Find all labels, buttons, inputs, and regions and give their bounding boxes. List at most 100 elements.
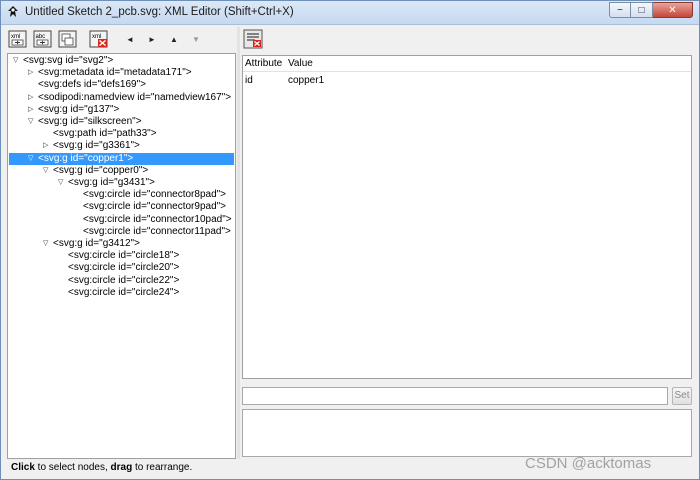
collapse-triangle-icon[interactable]: ▽ xyxy=(28,153,36,165)
tree-node[interactable]: ▽ <svg:g id="silkscreen"> xyxy=(9,116,234,128)
inkscape-app-icon xyxy=(8,6,18,17)
tree-node[interactable]: <svg:path id="path33"> xyxy=(9,128,234,140)
tree-node[interactable]: ▽ <svg:g id="copper1"> xyxy=(9,152,234,165)
delete-attribute-icon xyxy=(243,29,263,49)
raise-node-arrow-icon: ▲ xyxy=(170,34,178,44)
tree-node-label: <svg:circle id="circle18"> xyxy=(68,250,180,262)
status-end: to rearrange. xyxy=(132,462,193,473)
new-text-node-button[interactable]: abc xyxy=(32,28,54,50)
tree-node-label: <svg:metadata id="metadata171"> xyxy=(38,67,192,79)
duplicate-node-icon xyxy=(58,30,77,48)
pane-splitter[interactable] xyxy=(237,27,240,459)
tree-node[interactable]: <svg:circle id="connector9pad"> xyxy=(9,201,234,213)
attribute-panel: Attribute Value id copper1 xyxy=(242,55,692,379)
attribute-value-textarea[interactable] xyxy=(242,409,692,457)
expand-triangle-icon[interactable]: ▷ xyxy=(28,104,36,116)
duplicate-node-button[interactable] xyxy=(57,28,79,50)
tree-node[interactable]: <svg:circle id="connector10pad"> xyxy=(9,214,234,226)
tree-node-label: <sodipodi:namedview id="namedview167"> xyxy=(38,91,232,103)
delete-attribute-button[interactable] xyxy=(242,28,264,50)
tree-node-label: <svg:g id="g137"> xyxy=(38,103,120,115)
attribute-column-header[interactable]: Attribute xyxy=(245,58,282,69)
expand-triangle-icon[interactable]: ▷ xyxy=(28,92,36,104)
new-element-node-icon: xml xyxy=(8,30,27,48)
window-title: Untitled Sketch 2_pcb.svg: XML Editor (S… xyxy=(25,6,294,18)
tree-node[interactable]: <svg:defs id="defs169"> xyxy=(9,79,234,91)
indent-arrow-icon: ► xyxy=(148,34,156,44)
status-drag-word: drag xyxy=(110,462,133,473)
tree-node-label: <svg:svg id="svg2"> xyxy=(23,55,114,66)
minimize-button[interactable]: − xyxy=(609,2,631,18)
tree-node[interactable]: ▷ <svg:metadata id="metadata171"> xyxy=(9,67,234,79)
xml-editor-window: Untitled Sketch 2_pcb.svg: XML Editor (S… xyxy=(0,0,700,480)
status-click-word: Click xyxy=(11,462,35,473)
tree-node[interactable]: ▷ <svg:g id="g3361"> xyxy=(9,140,234,152)
tree-node-label: <svg:circle id="circle20"> xyxy=(68,262,180,274)
tree-node[interactable]: ▽ <svg:svg id="svg2"> xyxy=(9,55,234,67)
tree-node[interactable]: <svg:circle id="circle22"> xyxy=(9,275,234,287)
tree-node[interactable]: <svg:circle id="circle18"> xyxy=(9,250,234,262)
tree-node-label: <svg:g id="silkscreen"> xyxy=(38,116,142,127)
tree-node-label: <svg:g id="g3412"> xyxy=(53,238,140,249)
collapse-triangle-icon[interactable]: ▽ xyxy=(28,116,36,128)
maximize-button[interactable]: □ xyxy=(631,2,653,18)
attribute-row[interactable]: id copper1 xyxy=(243,74,691,88)
tree-node-label: <svg:g id="g3361"> xyxy=(53,140,140,152)
tree-node-label: <svg:defs id="defs169"> xyxy=(38,79,147,91)
svg-text:xml: xml xyxy=(11,34,20,40)
new-text-node-icon: abc xyxy=(33,30,52,48)
watermark-text: CSDN @acktomas xyxy=(525,455,652,472)
collapse-triangle-icon[interactable]: ▽ xyxy=(43,238,51,250)
tree-node[interactable]: ▽ <svg:g id="g3412"> xyxy=(9,238,234,250)
lower-node-arrow-icon: ▼ xyxy=(192,34,200,44)
tree-node[interactable]: <svg:circle id="connector11pad"> xyxy=(9,226,234,238)
attribute-name-input[interactable] xyxy=(242,387,668,405)
tree-node-label: <svg:circle id="circle24"> xyxy=(68,286,180,298)
tree-node[interactable]: <svg:circle id="connector8pad"> xyxy=(9,189,234,201)
attribute-name: id xyxy=(245,75,253,86)
set-button[interactable]: Set xyxy=(672,387,692,405)
tree-node-label: <svg:path id="path33"> xyxy=(53,128,157,140)
close-button[interactable]: ✕ xyxy=(653,2,693,18)
tree-node[interactable]: ▷ <svg:g id="g137"> xyxy=(9,104,234,116)
delete-node-button[interactable]: xml xyxy=(88,28,110,50)
value-column-header[interactable]: Value xyxy=(288,58,313,69)
tree-node-label: <svg:circle id="circle22"> xyxy=(68,274,180,286)
status-middle: to select nodes, xyxy=(34,462,111,473)
attribute-toolbar xyxy=(242,27,267,51)
delete-node-icon: xml xyxy=(89,30,108,48)
raise-node-button[interactable]: ▲ xyxy=(163,28,185,50)
maximize-icon: □ xyxy=(638,4,645,16)
new-element-node-button[interactable]: xml xyxy=(7,28,29,50)
caption-buttons: − □ ✕ xyxy=(609,2,693,20)
tree-node-label: <svg:circle id="connector11pad"> xyxy=(83,225,231,237)
svg-text:abc: abc xyxy=(36,34,46,40)
indent-node-button[interactable]: ► xyxy=(141,28,163,50)
close-icon: ✕ xyxy=(668,4,677,16)
minimize-icon: − xyxy=(617,4,623,16)
tree-node-label: <svg:g id="g3431"> xyxy=(68,177,155,188)
tree-node[interactable]: <svg:circle id="circle20"> xyxy=(9,262,234,274)
tree-node[interactable]: ▽ <svg:g id="g3431"> xyxy=(9,177,234,189)
lower-node-button[interactable]: ▼ xyxy=(185,28,207,50)
tree-node-label: <svg:circle id="connector10pad"> xyxy=(83,213,232,225)
expand-triangle-icon[interactable]: ▷ xyxy=(43,140,51,152)
collapse-triangle-icon[interactable]: ▽ xyxy=(43,165,51,177)
tree-node-label: <svg:circle id="connector9pad"> xyxy=(83,201,227,213)
tree-node[interactable]: ▽ <svg:g id="copper0"> xyxy=(9,165,234,177)
tree-node[interactable]: <svg:circle id="circle24"> xyxy=(9,287,234,299)
unindent-node-button[interactable]: ◄ xyxy=(119,28,141,50)
collapse-triangle-icon[interactable]: ▽ xyxy=(58,177,66,189)
tree-node-label: <svg:g id="copper1"> xyxy=(38,152,134,164)
expand-triangle-icon[interactable]: ▷ xyxy=(28,67,36,79)
attribute-table-header: Attribute Value xyxy=(243,56,691,72)
status-bar: Click to select nodes, drag to rearrange… xyxy=(11,462,192,473)
unindent-arrow-icon: ◄ xyxy=(126,34,134,44)
tree-node-label: <svg:circle id="connector8pad"> xyxy=(83,189,227,201)
tree-node[interactable]: ▷ <sodipodi:namedview id="namedview167"> xyxy=(9,92,234,104)
xml-node-tree[interactable]: ▽ <svg:svg id="svg2"> ▷ <svg:metadata id="m… xyxy=(7,53,236,459)
collapse-triangle-icon[interactable]: ▽ xyxy=(13,55,21,67)
tree-node-label: <svg:g id="copper0"> xyxy=(53,164,149,176)
node-pane: xml abc xml ◄ ► ▲ ▼ ▽ <svg:svg id="svg2"… xyxy=(7,27,236,459)
attribute-value: copper1 xyxy=(288,75,325,86)
